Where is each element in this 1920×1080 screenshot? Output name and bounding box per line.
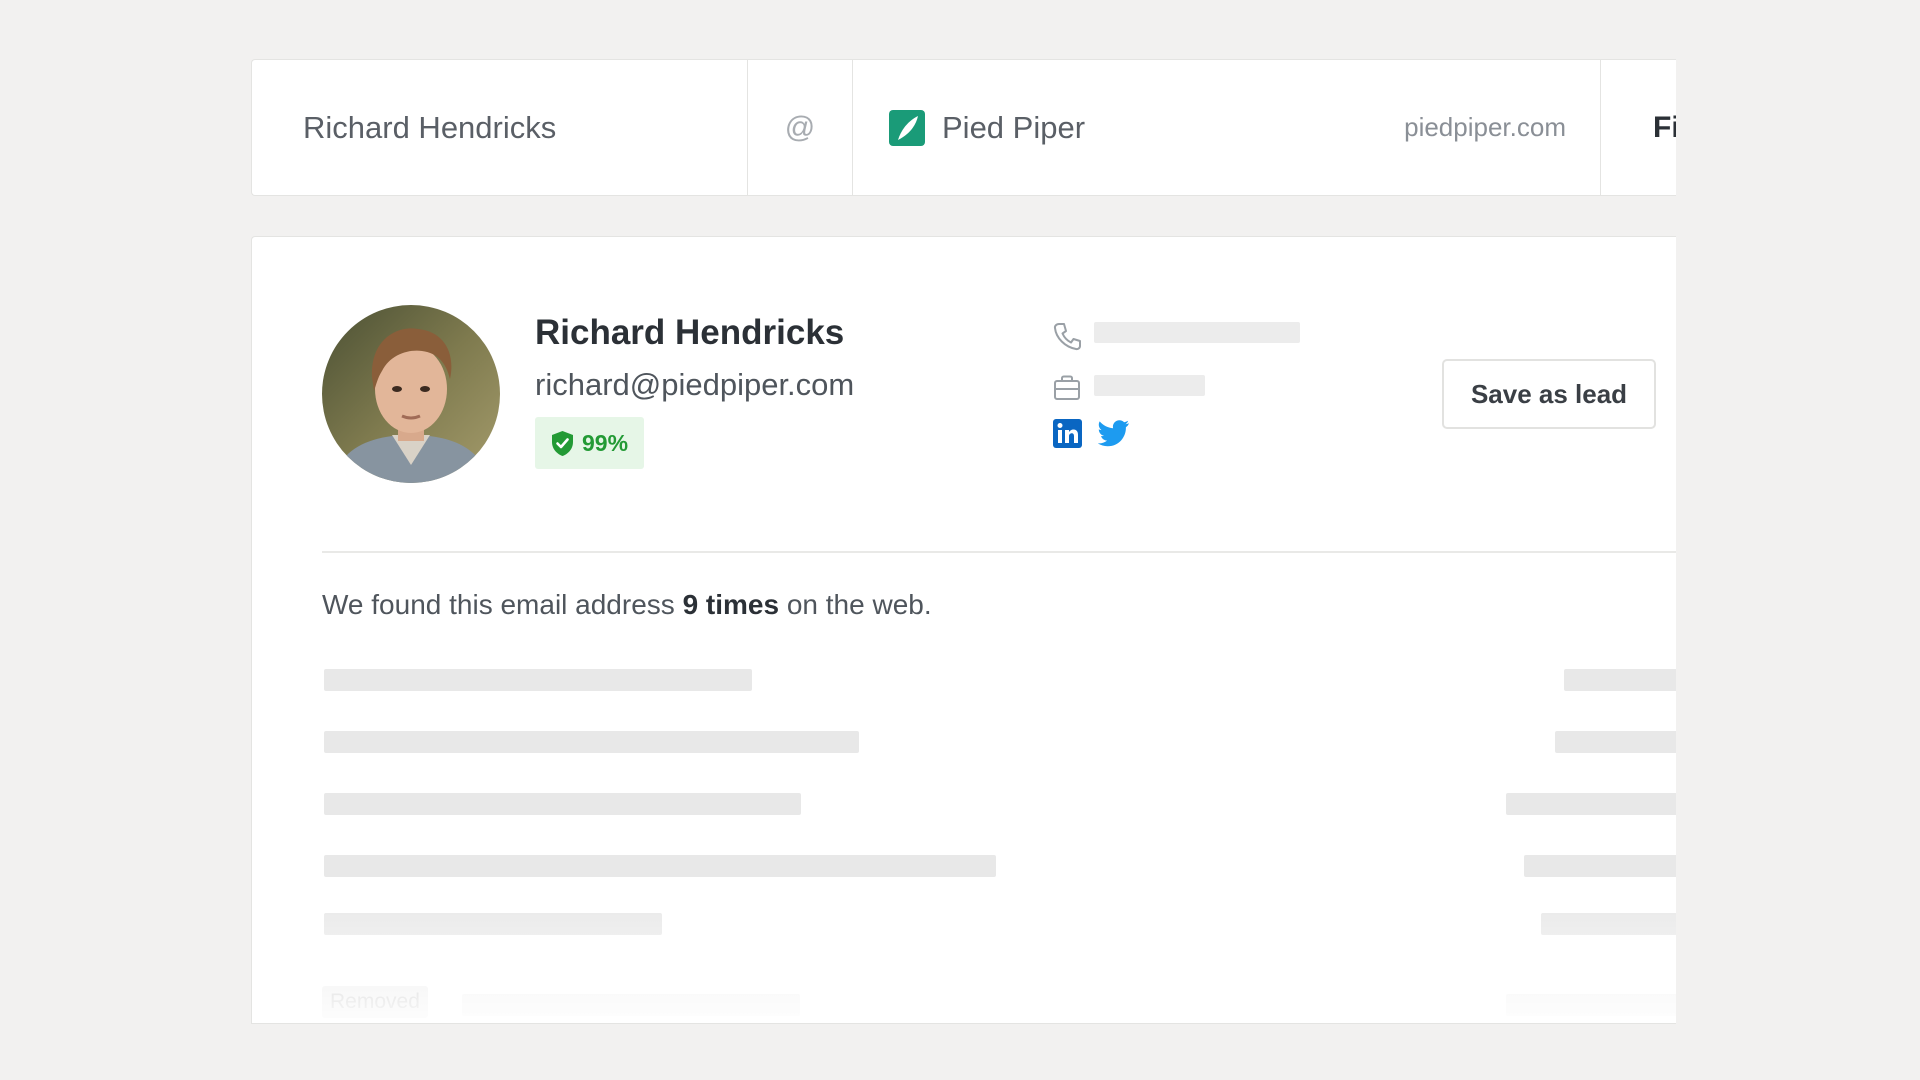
source-date-placeholder bbox=[1555, 731, 1676, 753]
source-date-placeholder bbox=[1541, 913, 1676, 935]
search-bar: Richard Hendricks @ Pied Piper piedpiper… bbox=[251, 59, 1676, 196]
source-date-placeholder bbox=[1506, 994, 1676, 1016]
phone-placeholder bbox=[1094, 322, 1300, 343]
company-field[interactable]: Pied Piper piedpiper.com bbox=[853, 60, 1601, 195]
briefcase-icon bbox=[1054, 375, 1080, 400]
source-url-placeholder bbox=[462, 994, 800, 1016]
avatar bbox=[322, 305, 500, 483]
company-placeholder bbox=[1094, 375, 1205, 396]
shield-check-icon bbox=[552, 430, 573, 456]
linkedin-icon[interactable] bbox=[1053, 419, 1082, 448]
divider bbox=[322, 551, 1676, 553]
result-card: Richard Hendricks richard@piedpiper.com … bbox=[251, 236, 1676, 1024]
save-as-lead-button[interactable]: Save as lead bbox=[1442, 359, 1656, 429]
source-url-placeholder bbox=[324, 855, 996, 877]
source-url-placeholder bbox=[324, 731, 859, 753]
source-url-placeholder bbox=[324, 669, 752, 691]
avatar-photo bbox=[322, 305, 500, 483]
person-name: Richard Hendricks bbox=[535, 313, 845, 352]
sources-summary: We found this email address 9 times on t… bbox=[322, 589, 932, 621]
phone-icon bbox=[1053, 323, 1081, 351]
full-name-field[interactable]: Richard Hendricks bbox=[252, 60, 748, 195]
sources-summary-prefix: We found this email address bbox=[322, 589, 683, 620]
source-date-placeholder bbox=[1564, 669, 1676, 691]
full-name-value: Richard Hendricks bbox=[303, 109, 557, 145]
source-url-placeholder bbox=[324, 793, 801, 815]
find-button[interactable]: Fi bbox=[1601, 60, 1676, 195]
twitter-icon[interactable] bbox=[1098, 420, 1130, 447]
at-symbol: @ bbox=[784, 110, 816, 144]
person-email[interactable]: richard@piedpiper.com bbox=[535, 367, 854, 403]
confidence-score: 99% bbox=[582, 429, 629, 456]
removed-badge: Removed bbox=[322, 986, 428, 1018]
at-separator: @ bbox=[748, 60, 853, 195]
company-name: Pied Piper bbox=[942, 109, 1086, 145]
source-url-placeholder bbox=[324, 913, 662, 935]
find-button-label: Fi bbox=[1653, 110, 1676, 144]
source-date-placeholder bbox=[1506, 793, 1676, 815]
sources-count: 9 times bbox=[682, 589, 780, 620]
pied-piper-logo-icon bbox=[889, 109, 925, 146]
source-date-placeholder bbox=[1524, 855, 1676, 877]
confidence-badge: 99% bbox=[535, 417, 645, 469]
sources-summary-suffix: on the web. bbox=[779, 589, 932, 620]
company-domain: piedpiper.com bbox=[1404, 112, 1566, 142]
page: Richard Hendricks @ Pied Piper piedpiper… bbox=[0, 0, 1920, 1080]
